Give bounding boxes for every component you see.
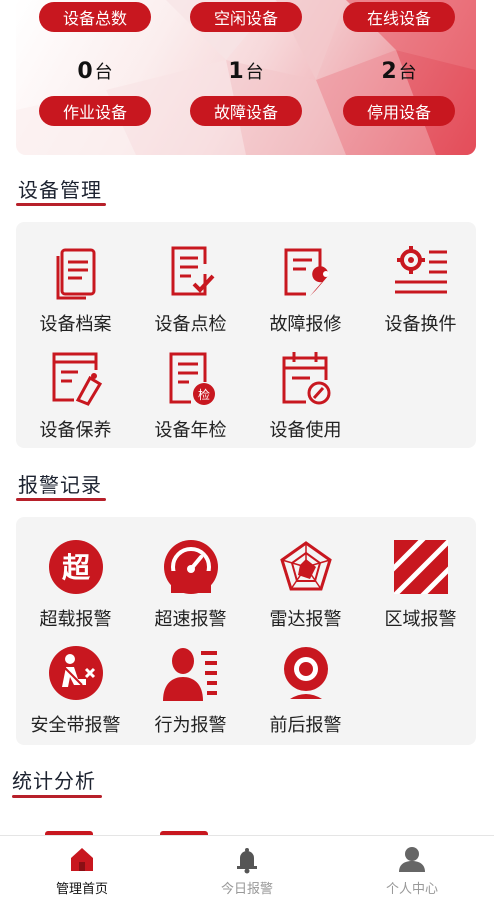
device-maintenance-item[interactable]: 设备保养 bbox=[18, 348, 133, 442]
tab-home[interactable]: 管理首页 bbox=[0, 844, 164, 897]
home-screen: 设备总数 空闲设备 在线设备 0台 1台 2台 作业设备 故障设备 停用设备 设… bbox=[0, 0, 494, 905]
stat-unit: 台 bbox=[398, 62, 417, 83]
repair-wrench-icon bbox=[284, 248, 329, 296]
stat-value: 1 bbox=[228, 59, 244, 84]
svg-text:检: 检 bbox=[197, 387, 209, 402]
section-underline bbox=[16, 498, 106, 501]
device-inspection-item[interactable]: 设备点检 bbox=[133, 242, 248, 336]
statistics-title: 统计分析 bbox=[12, 769, 96, 793]
total-devices-button[interactable]: 设备总数 bbox=[39, 2, 151, 32]
item-label: 设备换件 bbox=[384, 314, 457, 335]
device-management-card: 设备档案 设备点检 故障报修 设备换件 设备保养 检 设备年检 设备使用 bbox=[16, 222, 476, 448]
bottom-nav: 管理首页 今日报警 个人中心 bbox=[0, 835, 494, 905]
camera-icon bbox=[283, 647, 328, 699]
tab-profile[interactable]: 个人中心 bbox=[330, 844, 494, 897]
overload-icon: 超 bbox=[48, 540, 103, 594]
item-label: 安全带报警 bbox=[30, 715, 121, 736]
item-label: 超载报警 bbox=[39, 609, 112, 630]
speedometer-icon bbox=[163, 540, 218, 594]
bell-icon bbox=[237, 848, 257, 874]
working-devices-count: 0台 bbox=[39, 58, 151, 84]
item-label: 超速报警 bbox=[154, 609, 227, 630]
stat-value: 0 bbox=[77, 59, 93, 84]
item-label: 设备年检 bbox=[154, 420, 227, 441]
tab-label: 今日报警 bbox=[220, 882, 273, 897]
behavior-person-icon bbox=[162, 648, 217, 701]
maintenance-icon bbox=[52, 352, 102, 406]
alarm-records-title: 报警记录 bbox=[18, 473, 102, 497]
home-icon bbox=[71, 848, 93, 871]
item-label: 雷达报警 bbox=[269, 609, 342, 630]
svg-text:超: 超 bbox=[61, 551, 90, 584]
idle-devices-button[interactable]: 空闲设备 bbox=[190, 2, 302, 32]
annual-inspection-icon: 检 bbox=[169, 352, 215, 405]
item-label: 故障报修 bbox=[269, 314, 342, 335]
section-underline bbox=[12, 795, 102, 798]
checklist-icon bbox=[171, 246, 214, 296]
online-devices-button[interactable]: 在线设备 bbox=[343, 2, 455, 32]
item-label: 设备保养 bbox=[39, 420, 112, 441]
behavior-alarm-item[interactable]: 行为报警 bbox=[133, 643, 248, 737]
faulty-devices-count: 1台 bbox=[190, 58, 302, 84]
tab-label: 管理首页 bbox=[55, 882, 108, 897]
seatbelt-icon bbox=[48, 646, 103, 700]
disabled-devices-count: 2台 bbox=[343, 58, 455, 84]
device-annual-inspection-item[interactable]: 检 设备年检 bbox=[133, 348, 248, 442]
stats-banner: 设备总数 空闲设备 在线设备 0台 1台 2台 作业设备 故障设备 停用设备 bbox=[16, 0, 476, 155]
device-part-replacement-item[interactable]: 设备换件 bbox=[363, 242, 478, 336]
seatbelt-alarm-item[interactable]: 安全带报警 bbox=[18, 643, 133, 737]
disabled-devices-button[interactable]: 停用设备 bbox=[343, 96, 455, 126]
fault-repair-item[interactable]: 故障报修 bbox=[248, 242, 363, 336]
device-usage-item[interactable]: 设备使用 bbox=[248, 348, 363, 442]
zone-alarm-item[interactable]: 区域报警 bbox=[363, 537, 478, 631]
section-underline bbox=[16, 203, 106, 206]
tab-today-alarms[interactable]: 今日报警 bbox=[165, 844, 329, 897]
device-archive-item[interactable]: 设备档案 bbox=[18, 242, 133, 336]
item-label: 区域报警 bbox=[384, 609, 457, 630]
gear-list-icon bbox=[394, 246, 447, 294]
item-label: 设备档案 bbox=[39, 314, 112, 335]
archive-doc-icon bbox=[56, 248, 95, 300]
overload-alarm-item[interactable]: 超 超载报警 bbox=[18, 537, 133, 631]
item-label: 设备使用 bbox=[269, 420, 342, 441]
front-rear-alarm-item[interactable]: 前后报警 bbox=[248, 643, 363, 737]
calendar-usage-icon bbox=[282, 352, 330, 405]
stat-unit: 台 bbox=[245, 62, 264, 83]
radar-icon bbox=[279, 541, 332, 591]
working-devices-button[interactable]: 作业设备 bbox=[39, 96, 151, 126]
device-management-title: 设备管理 bbox=[18, 178, 102, 202]
zone-stripes-icon bbox=[393, 540, 448, 594]
stat-unit: 台 bbox=[94, 62, 113, 83]
tab-label: 个人中心 bbox=[385, 882, 438, 897]
stat-value: 2 bbox=[381, 59, 397, 84]
item-label: 设备点检 bbox=[154, 314, 227, 335]
radar-alarm-item[interactable]: 雷达报警 bbox=[248, 537, 363, 631]
item-label: 前后报警 bbox=[269, 715, 342, 736]
faulty-devices-button[interactable]: 故障设备 bbox=[190, 96, 302, 126]
alarm-records-card: 超 超载报警 超速报警 雷达报警 区域报警 安全带报警 行为报警 前后报警 bbox=[16, 517, 476, 745]
item-label: 行为报警 bbox=[154, 715, 227, 736]
user-icon bbox=[399, 847, 425, 872]
overspeed-alarm-item[interactable]: 超速报警 bbox=[133, 537, 248, 631]
